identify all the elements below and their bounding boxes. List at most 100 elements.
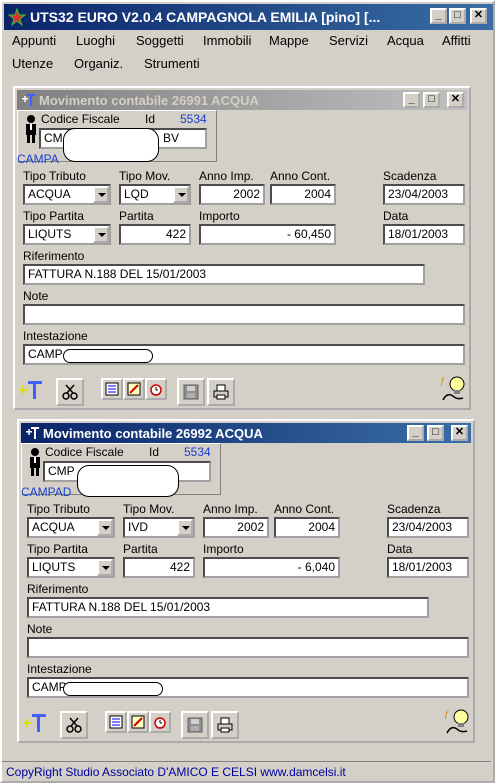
minimize-button[interactable]: _: [430, 8, 447, 24]
window2-tipo-mov-select[interactable]: IVD: [123, 517, 195, 538]
window2-data-field[interactable]: 18/01/2003: [387, 557, 469, 578]
svg-text:f: f: [445, 709, 449, 719]
dropdown-arrow-icon: [97, 519, 113, 536]
dropdown-arrow-icon: [173, 186, 189, 203]
movimento-icon: [26, 427, 39, 439]
window2-edit-button[interactable]: [127, 711, 149, 733]
menu-luoghi[interactable]: Luoghi: [76, 33, 115, 48]
window2-tipo-tributo-select[interactable]: ACQUA: [27, 517, 115, 538]
window2-redaction: [77, 465, 179, 497]
window1-anno-cont-field[interactable]: 2004: [270, 184, 336, 205]
window2-tipo-tributo-label: Tipo Tributo: [27, 502, 90, 516]
window2-minimize-button[interactable]: _: [407, 425, 424, 441]
window2-help-bulb-icon[interactable]: f: [443, 707, 471, 737]
menu-servizi[interactable]: Servizi: [329, 33, 368, 48]
window2-note-field[interactable]: [27, 637, 469, 658]
window2-title-bar[interactable]: Movimento contabile 26992 ACQUA _ □ ✕: [21, 423, 471, 443]
window2-close-button[interactable]: ✕: [451, 425, 468, 441]
window1-riferimento-field[interactable]: FATTURA N.188 DEL 15/01/2003: [23, 264, 425, 285]
window2-partita-label: Partita: [123, 542, 158, 556]
window1-scadenza-field[interactable]: 23/04/2003: [383, 184, 465, 205]
window1-tipo-partita-label: Tipo Partita: [23, 209, 84, 223]
window1-notes-button[interactable]: [101, 378, 123, 400]
window1-data-label: Data: [383, 209, 409, 223]
notepad-icon: [109, 715, 123, 729]
window2-anno-cont-field[interactable]: 2004: [274, 517, 340, 538]
window1-anno-cont-label: Anno Cont.: [270, 169, 331, 183]
window1-anno-imp-field[interactable]: 2002: [199, 184, 265, 205]
window1-movimento-logo-icon: [19, 381, 42, 399]
window1-help-bulb-icon[interactable]: f: [439, 374, 467, 404]
window1-close-button[interactable]: ✕: [447, 92, 464, 108]
window2-save-button[interactable]: [181, 711, 209, 739]
close-button[interactable]: ✕: [470, 8, 487, 24]
window1-tipo-tributo-label: Tipo Tributo: [23, 169, 86, 183]
floppy-disk-icon: [187, 717, 203, 733]
menu-organiz[interactable]: Organiz.: [74, 56, 123, 71]
status-bar: CopyRight Studio Associato D'AMICO E CEL…: [2, 761, 491, 781]
window1-minimize-button[interactable]: _: [403, 92, 420, 108]
menu-mappe[interactable]: Mappe: [269, 33, 309, 48]
window1-importo-field[interactable]: - 60,450: [199, 224, 336, 245]
dropdown-arrow-icon: [97, 559, 113, 576]
window2-data-label: Data: [387, 542, 413, 556]
window1-importo-label: Importo: [199, 209, 240, 223]
window1-tipo-partita-select[interactable]: LIQUTS: [23, 224, 111, 245]
menu-strumenti[interactable]: Strumenti: [144, 56, 200, 71]
window1-intestazione-redaction: [63, 349, 153, 363]
window2-id-label: Id: [149, 445, 160, 459]
window2-anno-imp-label: Anno Imp.: [203, 502, 258, 516]
window2-maximize-button[interactable]: □: [427, 425, 444, 441]
window2-alarm-button[interactable]: [149, 711, 171, 733]
window1-data-field[interactable]: 18/01/2003: [383, 224, 465, 245]
window1-scadenza-label: Scadenza: [383, 169, 437, 183]
window2-title: Movimento contabile 26992 ACQUA: [43, 426, 263, 441]
window1-edit-button[interactable]: [123, 378, 145, 400]
window1-title-bar[interactable]: Movimento contabile 26991 ACQUA _ □ ✕: [17, 90, 467, 110]
window2-cf-label: Codice Fiscale: [45, 445, 124, 459]
window2-cut-button[interactable]: [60, 711, 88, 739]
menu-acqua[interactable]: Acqua: [387, 33, 424, 48]
window1-cf-label: Codice Fiscale: [41, 112, 120, 126]
window2-scadenza-field[interactable]: 23/04/2003: [387, 517, 469, 538]
window2-print-button[interactable]: [211, 711, 239, 739]
printer-icon: [213, 384, 229, 400]
window1-tipo-tributo-select[interactable]: ACQUA: [23, 184, 111, 205]
maximize-button[interactable]: □: [449, 8, 466, 24]
menu-immobili[interactable]: Immobili: [203, 33, 251, 48]
window2-partita-field[interactable]: 422: [123, 557, 195, 578]
person-icon: [30, 448, 40, 476]
dropdown-arrow-icon: [93, 186, 109, 203]
window1-id-value: 5534: [180, 112, 207, 126]
window2-anno-imp-field[interactable]: 2002: [203, 517, 269, 538]
window1-cut-button[interactable]: [56, 378, 84, 406]
movimento-window-1: Movimento contabile 26991 ACQUA _ □ ✕ Co…: [13, 86, 471, 410]
window1-tipo-mov-select[interactable]: LQD: [119, 184, 191, 205]
window1-alarm-button[interactable]: [145, 378, 167, 400]
window2-riferimento-field[interactable]: FATTURA N.188 DEL 15/01/2003: [27, 597, 429, 618]
main-title-bar[interactable]: UTS32 EURO V2.0.4 CAMPAGNOLA EMILIA [pin…: [4, 4, 493, 30]
window2-soggetto-name[interactable]: CAMPAD: [21, 485, 71, 499]
window2-tipo-partita-label: Tipo Partita: [27, 542, 88, 556]
person-icon: [26, 115, 36, 143]
window1-soggetto-name[interactable]: CAMPA: [17, 152, 59, 166]
movimento-window-2: Movimento contabile 26992 ACQUA _ □ ✕ Co…: [17, 419, 475, 743]
window2-tipo-partita-select[interactable]: LIQUTS: [27, 557, 115, 578]
window2-importo-field[interactable]: - 6,040: [203, 557, 340, 578]
window1-tipo-mov-label: Tipo Mov.: [119, 169, 171, 183]
window1-title: Movimento contabile 26991 ACQUA: [39, 93, 259, 108]
window1-maximize-button[interactable]: □: [423, 92, 440, 108]
menu-utenze[interactable]: Utenze: [12, 56, 53, 71]
alarm-clock-icon: [154, 717, 166, 729]
menu-affitti[interactable]: Affitti: [442, 33, 471, 48]
menu-appunti[interactable]: Appunti: [12, 33, 56, 48]
window1-save-button[interactable]: [177, 378, 205, 406]
window2-intestazione-redaction: [63, 682, 163, 696]
window1-print-button[interactable]: [207, 378, 235, 406]
window2-notes-button[interactable]: [105, 711, 127, 733]
window1-intestazione-label: Intestazione: [23, 329, 88, 343]
movimento-icon: [22, 94, 35, 106]
window1-note-field[interactable]: [23, 304, 465, 325]
window1-partita-field[interactable]: 422: [119, 224, 191, 245]
menu-soggetti[interactable]: Soggetti: [136, 33, 184, 48]
